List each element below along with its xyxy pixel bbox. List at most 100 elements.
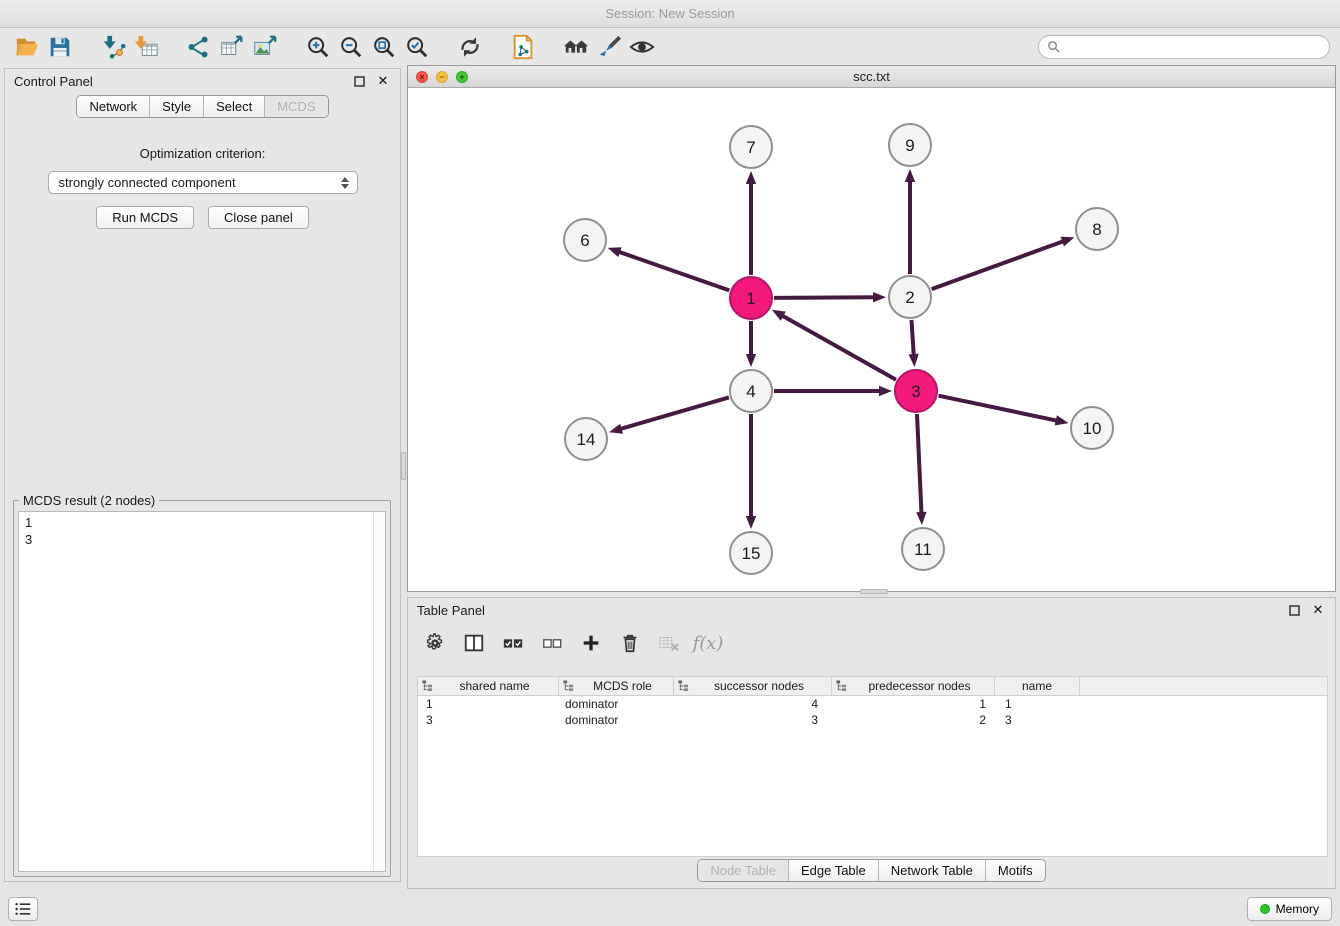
- add-column-icon[interactable]: [578, 630, 604, 656]
- task-history-button[interactable]: [8, 897, 38, 921]
- graph-edge-3-11[interactable]: [916, 414, 926, 525]
- open-session-icon[interactable]: [10, 31, 43, 62]
- column-header-predecessor-nodes[interactable]: predecessor nodes: [832, 677, 995, 695]
- zoom-in-icon[interactable]: [301, 31, 334, 62]
- close-window-icon[interactable]: ×: [416, 71, 428, 83]
- close-table-panel-icon[interactable]: ✕: [1310, 602, 1326, 618]
- tab-node-table[interactable]: Node Table: [698, 860, 789, 881]
- import-network-icon[interactable]: [96, 31, 129, 62]
- result-scrollbar[interactable]: [373, 512, 385, 871]
- cell-successor-nodes[interactable]: 4: [674, 697, 832, 711]
- graph-node-4[interactable]: 4: [730, 370, 772, 412]
- delete-table-icon[interactable]: [656, 630, 682, 656]
- svg-text:10: 10: [1083, 419, 1102, 438]
- graph-node-14[interactable]: 14: [565, 418, 607, 460]
- table-settings-gear-icon[interactable]: [422, 630, 448, 656]
- cell-predecessor-nodes[interactable]: 1: [832, 697, 995, 711]
- graph-edge-1-6[interactable]: [608, 247, 730, 290]
- cell-mcds-role[interactable]: dominator: [559, 713, 674, 727]
- graph-edge-1-2[interactable]: [774, 292, 886, 302]
- style-brush-icon[interactable]: [592, 31, 625, 62]
- graph-edge-3-1[interactable]: [772, 310, 896, 380]
- cell-name[interactable]: 1: [995, 697, 1080, 711]
- optimization-criterion-select[interactable]: strongly connected component: [48, 171, 358, 194]
- cell-predecessor-nodes[interactable]: 2: [832, 713, 995, 727]
- selected-criterion: strongly connected component: [59, 175, 338, 190]
- column-header-shared-name[interactable]: shared name: [418, 677, 559, 695]
- graph-edge-2-8[interactable]: [932, 237, 1075, 289]
- select-all-icon[interactable]: [500, 630, 526, 656]
- graph-node-10[interactable]: 10: [1071, 407, 1113, 449]
- tab-network-table[interactable]: Network Table: [879, 860, 986, 881]
- float-table-panel-icon[interactable]: [1286, 602, 1302, 618]
- cell-shared-name[interactable]: 1: [418, 697, 559, 711]
- network-canvas[interactable]: 7 9 6 8 1 2 4 3 14 10 15 11: [408, 88, 1335, 591]
- eye-icon[interactable]: [625, 31, 658, 62]
- cell-name[interactable]: 3: [995, 713, 1080, 727]
- search-icon: [1047, 40, 1060, 53]
- close-panel-icon[interactable]: ✕: [375, 73, 391, 89]
- graph-node-3[interactable]: 3: [895, 370, 937, 412]
- graph-node-7[interactable]: 7: [730, 126, 772, 168]
- tab-edge-table[interactable]: Edge Table: [789, 860, 879, 881]
- memory-button[interactable]: Memory: [1247, 897, 1332, 921]
- graph-edge-4-3[interactable]: [774, 386, 892, 396]
- deselect-all-icon[interactable]: [539, 630, 565, 656]
- graph-edge-1-7[interactable]: [746, 171, 756, 275]
- graph-edge-1-4[interactable]: [746, 321, 756, 367]
- tab-select[interactable]: Select: [204, 96, 265, 117]
- refresh-icon[interactable]: [453, 31, 486, 62]
- network-window-titlebar: × − + scc.txt: [408, 66, 1335, 88]
- optimization-criterion-label: Optimization criterion:: [5, 146, 400, 161]
- network-graph[interactable]: 7 9 6 8 1 2 4 3 14 10 15 11: [408, 88, 1335, 591]
- svg-text:1: 1: [746, 289, 755, 308]
- import-table-icon[interactable]: [129, 31, 162, 62]
- network-document-icon[interactable]: [506, 31, 539, 62]
- float-panel-icon[interactable]: [351, 73, 367, 89]
- tab-mcds[interactable]: MCDS: [265, 96, 327, 117]
- run-mcds-button[interactable]: Run MCDS: [96, 206, 194, 229]
- graph-edge-3-10[interactable]: [939, 396, 1069, 426]
- zoom-fit-icon[interactable]: [367, 31, 400, 62]
- maximize-window-icon[interactable]: +: [456, 71, 468, 83]
- tab-style[interactable]: Style: [150, 96, 204, 117]
- table-row[interactable]: 1 dominator 4 1 1: [418, 696, 1327, 712]
- zoom-out-icon[interactable]: [334, 31, 367, 62]
- vertical-splitter-grip[interactable]: [401, 452, 406, 480]
- graph-node-15[interactable]: 15: [730, 532, 772, 574]
- export-table-icon[interactable]: [215, 31, 248, 62]
- graph-edge-2-3[interactable]: [909, 320, 919, 367]
- cell-successor-nodes[interactable]: 3: [674, 713, 832, 727]
- close-panel-button[interactable]: Close panel: [208, 206, 309, 229]
- tab-network[interactable]: Network: [77, 96, 150, 117]
- table-row[interactable]: 3 dominator 3 2 3: [418, 712, 1327, 728]
- cell-shared-name[interactable]: 3: [418, 713, 559, 727]
- split-column-icon[interactable]: [461, 630, 487, 656]
- graph-node-2[interactable]: 2: [889, 276, 931, 318]
- graph-node-11[interactable]: 11: [902, 528, 944, 570]
- column-header-mcds-role[interactable]: MCDS role: [559, 677, 674, 695]
- graph-node-8[interactable]: 8: [1076, 208, 1118, 250]
- delete-column-icon[interactable]: [617, 630, 643, 656]
- graph-edge-4-15[interactable]: [746, 414, 756, 529]
- horizontal-splitter-grip[interactable]: [860, 589, 888, 594]
- search-input[interactable]: [1065, 39, 1321, 54]
- search-box[interactable]: [1038, 35, 1330, 59]
- graph-edge-2-9[interactable]: [905, 169, 915, 274]
- graph-node-9[interactable]: 9: [889, 124, 931, 166]
- graph-edge-4-14[interactable]: [609, 397, 729, 433]
- column-header-successor-nodes[interactable]: successor nodes: [674, 677, 832, 695]
- save-session-icon[interactable]: [43, 31, 76, 62]
- main-toolbar: [0, 28, 1340, 65]
- column-header-name[interactable]: name: [995, 677, 1080, 695]
- export-image-icon[interactable]: [248, 31, 281, 62]
- home-networks-icon[interactable]: [559, 31, 592, 62]
- function-builder-icon[interactable]: f(x): [695, 630, 721, 656]
- graph-node-6[interactable]: 6: [564, 219, 606, 261]
- zoom-selected-icon[interactable]: [400, 31, 433, 62]
- tab-motifs[interactable]: Motifs: [986, 860, 1045, 881]
- graph-node-1[interactable]: 1: [730, 277, 772, 319]
- export-network-icon[interactable]: [182, 31, 215, 62]
- minimize-window-icon[interactable]: −: [436, 71, 448, 83]
- cell-mcds-role[interactable]: dominator: [559, 697, 674, 711]
